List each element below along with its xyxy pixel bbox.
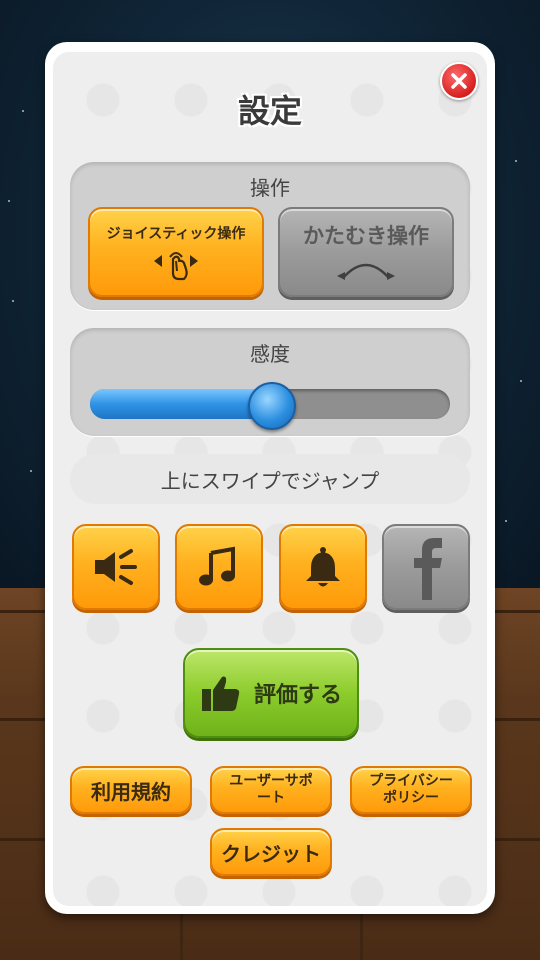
sensitivity-label: 感度 <box>250 342 290 366</box>
facebook-button[interactable] <box>382 524 470 610</box>
bell-icon <box>306 547 340 587</box>
controls-label: 操作 <box>250 176 290 200</box>
user-support-button[interactable]: ユーザーサポ ート <box>210 766 332 814</box>
joystick-control-button[interactable]: ジョイスティック操作 <box>88 207 264 297</box>
tilt-control-button[interactable]: かたむき操作 <box>278 207 454 297</box>
slider-fill <box>90 389 270 419</box>
privacy-label-line1: プライバシー <box>369 773 453 789</box>
joystick-label: ジョイスティック操作 <box>106 226 246 242</box>
speaker-icon <box>95 549 137 585</box>
notification-toggle-button[interactable] <box>279 524 367 610</box>
privacy-policy-button[interactable]: プライバシー ポリシー <box>350 766 472 814</box>
music-toggle-button[interactable] <box>175 524 263 610</box>
sensitivity-slider[interactable] <box>90 382 450 430</box>
credits-button[interactable]: クレジット <box>210 828 332 876</box>
support-label-line1: ユーザーサポ <box>229 773 313 789</box>
touch-drag-icon <box>154 252 198 281</box>
music-note-icon <box>199 546 235 586</box>
jump-hint: 上にスワイプでジャンプ <box>70 454 470 504</box>
rate-button[interactable]: 評価する <box>183 648 359 738</box>
slider-knob[interactable] <box>248 382 296 430</box>
privacy-label-line2: ポリシー <box>383 790 439 806</box>
dialog-title: 設定 <box>237 92 302 130</box>
sound-toggle-button[interactable] <box>72 524 160 610</box>
thumbs-up-icon <box>201 676 240 711</box>
tilt-label: かたむき操作 <box>303 224 429 248</box>
terms-label: 利用規約 <box>91 779 171 804</box>
terms-button[interactable]: 利用規約 <box>70 766 192 814</box>
facebook-icon <box>414 538 442 600</box>
support-label-line2: ート <box>257 790 285 806</box>
tilt-arrow-icon <box>337 263 395 280</box>
credits-label: クレジット <box>221 841 321 866</box>
rate-label: 評価する <box>253 683 342 708</box>
